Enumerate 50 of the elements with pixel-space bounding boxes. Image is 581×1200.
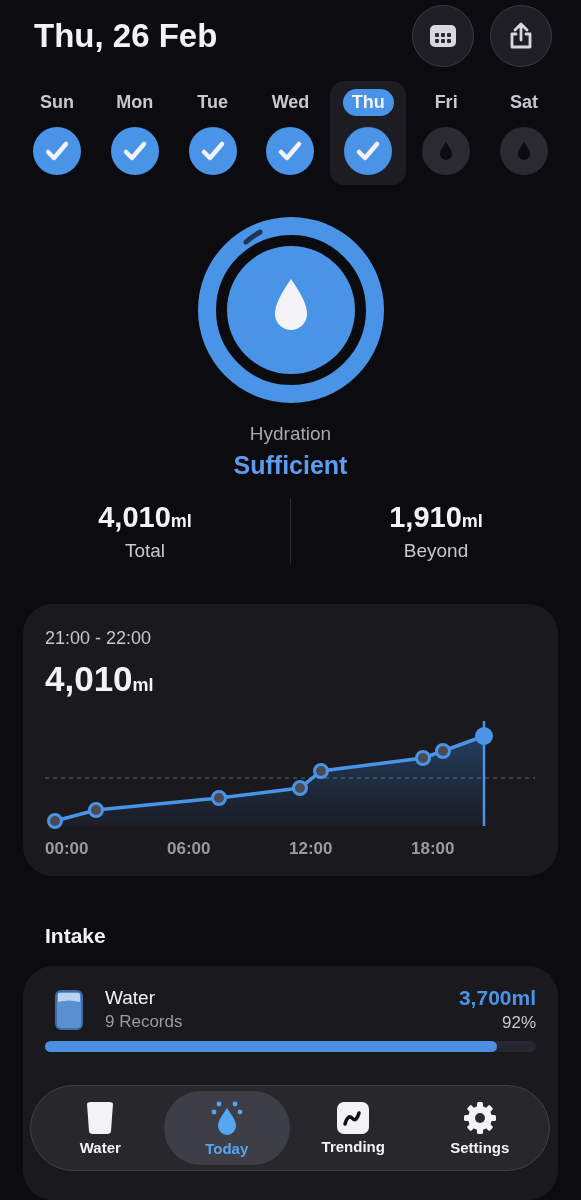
stat-label: Total: [124, 539, 166, 562]
time-range: 21:00 - 22:00: [45, 628, 153, 649]
intake-name: Water: [105, 987, 156, 1009]
data-point: [211, 790, 227, 806]
day-item[interactable]: Mon: [96, 81, 173, 185]
data-point: [415, 750, 431, 766]
axis-label: 00:00: [45, 839, 90, 859]
cup-icon: [85, 1100, 116, 1135]
stat-label: Beyond: [403, 539, 469, 562]
checkmark-icon: [266, 127, 315, 175]
axis-label: 18:00: [411, 839, 456, 859]
trend-icon: [337, 1101, 370, 1134]
chart-value: 4,010ml: [45, 659, 155, 699]
checkmark-icon: [110, 127, 159, 175]
data-point: [47, 813, 63, 829]
day-item[interactable]: Wed: [252, 81, 329, 185]
axis-label: 12:00: [289, 839, 334, 859]
tab[interactable]: Today: [163, 1091, 290, 1165]
hydration-status: Sufficient: [233, 451, 348, 480]
cursor-line[interactable]: [482, 721, 486, 826]
day-item[interactable]: Tue: [174, 81, 251, 185]
stat-value: 1,910ml: [389, 500, 483, 534]
day-item[interactable]: Sat: [485, 81, 562, 185]
water-drop-icon: [499, 127, 548, 175]
date-title: Thu, 26 Feb: [34, 17, 218, 55]
record-count: 9 Records: [105, 1012, 184, 1032]
tab[interactable]: Settings: [416, 1091, 543, 1165]
intake-amount: 3,700ml: [458, 986, 536, 1010]
stat-value: 4,010ml: [98, 500, 192, 534]
data-point: [435, 743, 451, 759]
selected-point: [475, 727, 493, 745]
tab[interactable]: Water: [37, 1091, 164, 1165]
intake-title: Intake: [45, 924, 106, 948]
data-point: [88, 802, 104, 818]
checkmark-icon: [344, 127, 393, 175]
tab[interactable]: Trending: [290, 1091, 417, 1165]
checkmark-icon: [188, 127, 237, 175]
data-point: [292, 780, 308, 796]
data-point: [313, 763, 329, 779]
calendar-icon: [429, 24, 457, 48]
glass-icon: [55, 989, 83, 1030]
share-icon: [508, 22, 534, 50]
axis-label: 06:00: [167, 839, 212, 859]
checkmark-icon: [33, 127, 81, 175]
day-item[interactable]: Fri: [408, 81, 485, 185]
intake-percent: 92%: [500, 1013, 536, 1033]
hydration-label: Hydration: [249, 423, 332, 445]
water-drop-icon: [422, 127, 471, 175]
day-item[interactable]: Sun: [19, 81, 95, 185]
settings-icon: [462, 1100, 497, 1135]
